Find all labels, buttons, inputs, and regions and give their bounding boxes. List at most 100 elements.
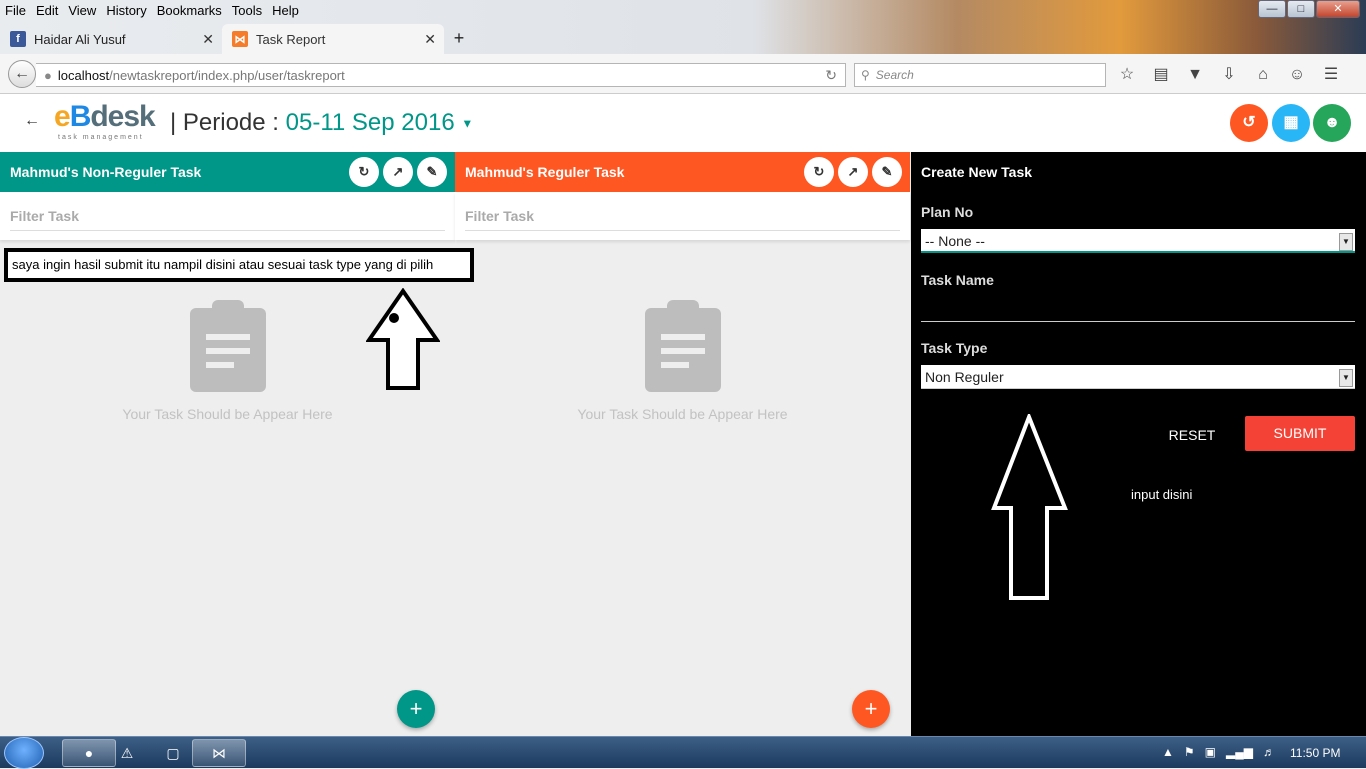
pocket-icon[interactable]: ▼ bbox=[1184, 65, 1206, 85]
history-icon: ↺ bbox=[1242, 114, 1256, 131]
panel-title: Mahmud's Non-Reguler Task bbox=[10, 164, 202, 180]
app-header: ← eBdesk task management | Periode : 05-… bbox=[0, 94, 1366, 152]
start-button[interactable] bbox=[4, 737, 44, 769]
plan-no-select[interactable]: -- None -- ▼ bbox=[921, 229, 1355, 253]
reading-list-icon[interactable]: ▤ bbox=[1150, 65, 1172, 85]
add-task-button[interactable]: + bbox=[397, 690, 435, 728]
plus-icon: + bbox=[409, 696, 423, 721]
warning-icon: ⚠ bbox=[120, 744, 134, 761]
account-button[interactable]: ☻ bbox=[1313, 104, 1351, 142]
windows-taskbar: ● ⚠ ▢ ⋈ ▲ ⚑ ▣ ▂▄▆ ♬ 11:50 PM bbox=[0, 736, 1366, 769]
close-tab-icon[interactable]: ✕ bbox=[424, 31, 436, 48]
periode-label: | Periode : bbox=[170, 109, 279, 136]
tab-task-report[interactable]: ⋈ Task Report ✕ bbox=[222, 24, 444, 54]
filter-container bbox=[455, 192, 910, 240]
tab-title: Haidar Ali Yusuf bbox=[34, 31, 126, 47]
minimize-button[interactable]: — bbox=[1258, 0, 1286, 18]
annotation-text: saya ingin hasil submit itu nampil disin… bbox=[12, 257, 434, 272]
add-task-button[interactable]: + bbox=[852, 690, 890, 728]
create-task-sidebar: Create New Task Plan No -- None -- ▼ Tas… bbox=[911, 152, 1366, 736]
refresh-button[interactable]: ↻ bbox=[804, 157, 834, 187]
dropdown-arrow-icon: ▼ bbox=[1339, 369, 1353, 387]
reload-icon[interactable]: ↻ bbox=[825, 67, 837, 84]
plan-no-label: Plan No bbox=[921, 204, 974, 220]
browser-back-button[interactable]: ← bbox=[8, 60, 36, 88]
clipboard-empty-icon bbox=[190, 300, 266, 392]
url-host: localhost bbox=[57, 67, 110, 83]
caret-down-icon: ▼ bbox=[461, 116, 474, 131]
url-bar[interactable]: ● localhost /newtaskreport/index.php/use… bbox=[36, 63, 846, 87]
clock[interactable]: 11:50 PM bbox=[1290, 746, 1340, 760]
empty-state-text: Your Task Should be Appear Here bbox=[577, 406, 788, 422]
logo-letter-e: e bbox=[54, 100, 71, 133]
clipboard-empty-icon bbox=[645, 300, 721, 392]
clipboard-button[interactable]: ▦ bbox=[1272, 104, 1310, 142]
navigation-bar: ← ● localhost /newtaskreport/index.php/u… bbox=[0, 54, 1366, 94]
tab-title: Task Report bbox=[256, 31, 326, 47]
new-tab-button[interactable]: + bbox=[444, 24, 474, 54]
search-input[interactable]: ⚲ Search bbox=[854, 63, 1106, 87]
reset-button[interactable]: RESET bbox=[1157, 418, 1227, 452]
open-external-button[interactable]: ↗ bbox=[383, 157, 413, 187]
close-tab-icon[interactable]: ✕ bbox=[202, 31, 214, 48]
empty-state-text: Your Task Should be Appear Here bbox=[122, 406, 333, 422]
smiley-icon[interactable]: ☺ bbox=[1286, 65, 1308, 85]
menu-edit[interactable]: Edit bbox=[31, 0, 63, 20]
filter-task-input[interactable] bbox=[10, 208, 445, 231]
menu-history[interactable]: History bbox=[101, 0, 151, 20]
panel-title: Mahmud's Reguler Task bbox=[465, 164, 625, 180]
submit-button[interactable]: SUBMIT bbox=[1245, 416, 1355, 451]
bookmark-star-icon[interactable]: ☆ bbox=[1116, 65, 1138, 85]
taskbar-xampp[interactable]: ⋈ bbox=[192, 739, 246, 767]
non-reguler-panel: Mahmud's Non-Reguler Task ↻ ↗ ✎ Your Tas… bbox=[0, 152, 455, 736]
clipboard-icon: ▦ bbox=[1283, 114, 1299, 131]
flag-icon[interactable]: ⚑ bbox=[1184, 745, 1195, 759]
system-tray: ▲ ⚑ ▣ ▂▄▆ ♬ bbox=[1162, 745, 1275, 759]
menu-bookmarks[interactable]: Bookmarks bbox=[152, 0, 227, 20]
task-type-label: Task Type bbox=[921, 340, 988, 356]
task-type-select[interactable]: Non Reguler ▼ bbox=[921, 365, 1355, 389]
menu-file[interactable]: File bbox=[0, 0, 31, 20]
menu-bar: File Edit View History Bookmarks Tools H… bbox=[0, 0, 304, 20]
search-icon: ⚲ bbox=[861, 68, 870, 82]
open-external-button[interactable]: ↗ bbox=[838, 157, 868, 187]
edit-button[interactable]: ✎ bbox=[872, 157, 902, 187]
dropdown-arrow-icon: ▼ bbox=[1339, 233, 1353, 251]
home-icon[interactable]: ⌂ bbox=[1252, 65, 1274, 85]
periode-selector[interactable]: | Periode : 05-11 Sep 2016 ▼ bbox=[170, 109, 473, 137]
ebdesk-logo: eBdesk task management bbox=[54, 100, 156, 144]
menu-view[interactable]: View bbox=[63, 0, 101, 20]
task-name-label: Task Name bbox=[921, 272, 994, 288]
reguler-panel: Mahmud's Reguler Task ↻ ↗ ✎ Your Task Sh… bbox=[455, 152, 910, 736]
firefox-icon: ● bbox=[84, 745, 94, 761]
plus-icon: + bbox=[864, 696, 878, 721]
menu-help[interactable]: Help bbox=[267, 0, 304, 20]
signal-icon[interactable]: ▂▄▆ bbox=[1226, 745, 1253, 759]
filter-task-input[interactable] bbox=[465, 208, 900, 231]
account-icon: ☻ bbox=[1323, 114, 1341, 131]
edit-button[interactable]: ✎ bbox=[417, 157, 447, 187]
volume-muted-icon[interactable]: ♬ bbox=[1263, 745, 1275, 759]
toolbar-icons: ☆ ▤ ▼ ⇩ ⌂ ☺ ☰ bbox=[1116, 65, 1342, 85]
up-arrow-annotation-icon bbox=[991, 414, 1068, 600]
task-name-input[interactable] bbox=[921, 296, 1355, 322]
task-type-value: Non Reguler bbox=[925, 369, 1004, 385]
url-path: /newtaskreport/index.php/user/taskreport bbox=[109, 67, 345, 83]
xampp-icon: ⋈ bbox=[212, 744, 226, 761]
filter-container bbox=[0, 192, 455, 240]
hamburger-menu-icon[interactable]: ☰ bbox=[1320, 65, 1342, 85]
tray-expand-icon[interactable]: ▲ bbox=[1162, 745, 1174, 759]
close-window-button[interactable]: ✕ bbox=[1316, 0, 1360, 18]
back-arrow-icon[interactable]: ← bbox=[24, 112, 40, 130]
sidebar-title: Create New Task bbox=[921, 164, 1033, 180]
tab-facebook[interactable]: f Haidar Ali Yusuf ✕ bbox=[0, 24, 222, 54]
window-controls: — □ ✕ bbox=[1257, 0, 1360, 18]
menu-tools[interactable]: Tools bbox=[227, 0, 267, 20]
facebook-icon: f bbox=[10, 31, 26, 47]
xampp-icon: ⋈ bbox=[232, 31, 248, 47]
history-button[interactable]: ↺ bbox=[1230, 104, 1268, 142]
maximize-button[interactable]: □ bbox=[1287, 0, 1315, 18]
device-icon[interactable]: ▣ bbox=[1205, 745, 1216, 759]
download-icon[interactable]: ⇩ bbox=[1218, 65, 1240, 85]
refresh-button[interactable]: ↻ bbox=[349, 157, 379, 187]
